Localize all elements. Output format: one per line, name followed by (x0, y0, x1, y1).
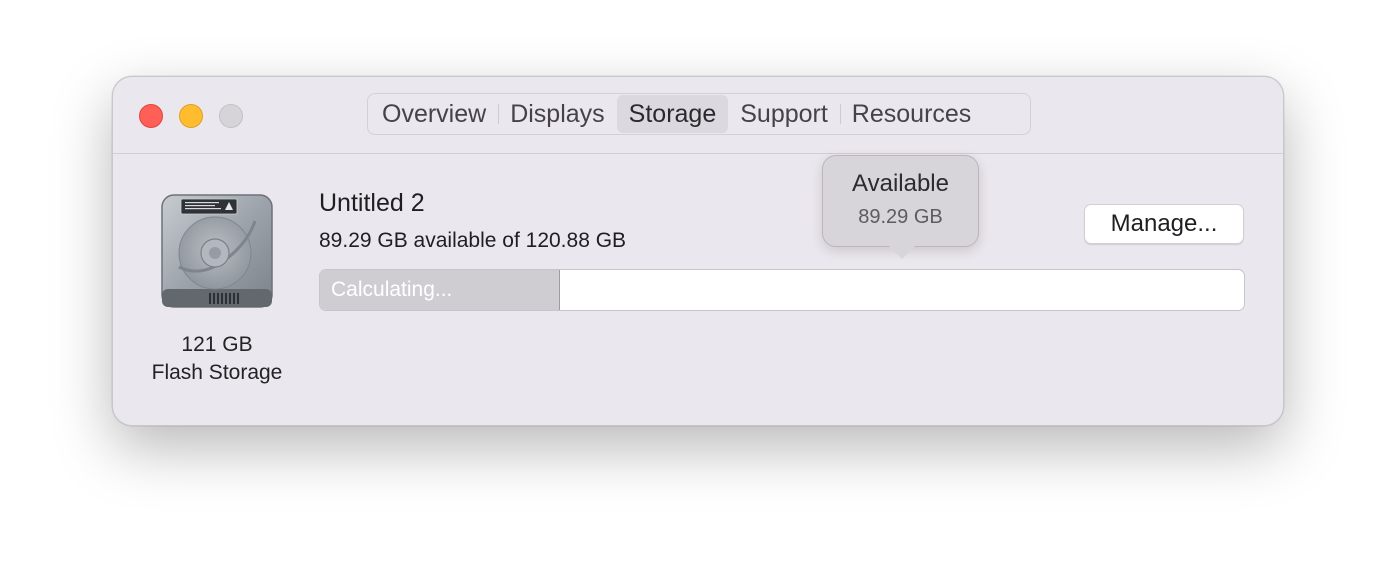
title-bar: Overview Displays Storage Support Resour… (113, 77, 1283, 154)
tab-support[interactable]: Support (728, 95, 840, 133)
storage-used-segment[interactable]: Calculating... (320, 270, 561, 310)
disk-type: Flash Storage (151, 361, 283, 384)
tab-bar: Overview Displays Storage Support Resour… (367, 93, 1031, 135)
tooltip-title: Available (852, 170, 949, 197)
volume-name: Untitled 2 (319, 189, 425, 217)
tab-resources[interactable]: Resources (839, 95, 984, 133)
hard-drive-icon (159, 193, 275, 316)
tab-displays[interactable]: Displays (498, 95, 616, 133)
close-button[interactable] (139, 104, 163, 128)
tab-storage[interactable]: Storage (616, 95, 729, 133)
disk-info: 121 GB Flash Storage (127, 331, 307, 387)
disk-size: 121 GB (181, 333, 253, 356)
available-tooltip: Available 89.29 GB (822, 155, 979, 259)
calculating-label: Calculating... (331, 278, 453, 301)
about-this-mac-window: Overview Displays Storage Support Resour… (112, 76, 1284, 426)
volume-availability: 89.29 GB available of 120.88 GB (319, 229, 627, 252)
zoom-button[interactable] (219, 104, 243, 128)
manage-button[interactable]: Manage... (1084, 204, 1244, 244)
tooltip-value: 89.29 GB (858, 206, 943, 228)
storage-usage-bar[interactable]: Calculating... (319, 269, 1245, 311)
tab-overview[interactable]: Overview (370, 95, 498, 133)
minimize-button[interactable] (179, 104, 203, 128)
